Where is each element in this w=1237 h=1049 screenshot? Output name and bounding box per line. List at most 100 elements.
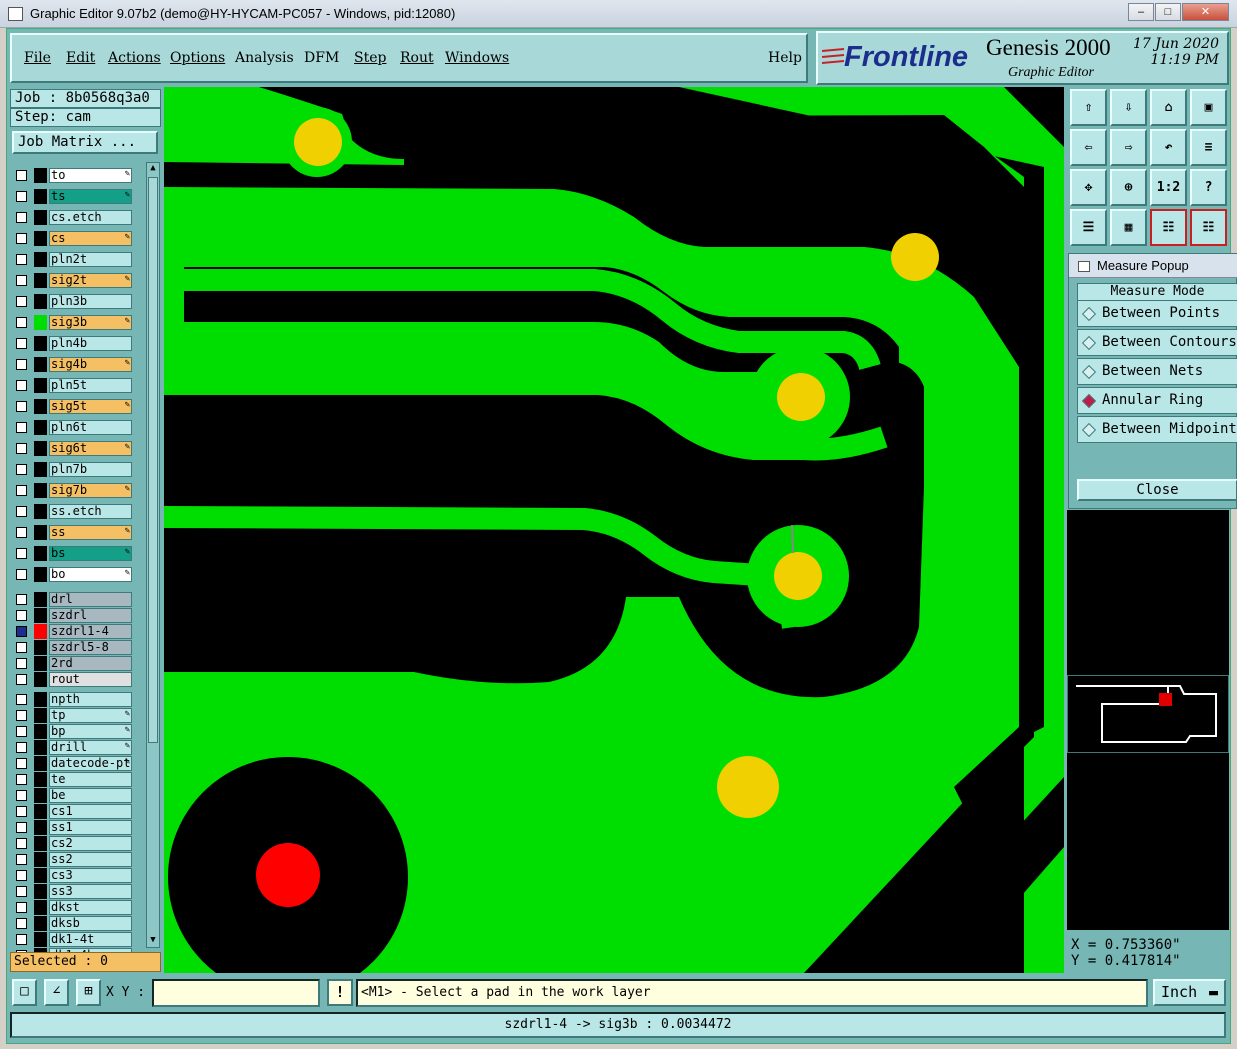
layer-row-2rd[interactable]: 2rd <box>14 656 134 671</box>
layer-name[interactable]: ss <box>49 525 132 540</box>
home-icon[interactable]: ⌂ <box>1150 89 1187 126</box>
layer-checkbox[interactable] <box>16 726 27 737</box>
layer-row-ss2[interactable]: ss2 <box>14 852 134 867</box>
layer-color-swatch[interactable] <box>34 624 47 639</box>
layer-name[interactable]: ss3 <box>49 884 132 899</box>
layer-name[interactable]: sig7b <box>49 483 132 498</box>
layer-checkbox[interactable] <box>16 359 27 370</box>
layer-color-swatch[interactable] <box>34 656 47 671</box>
layer-row-sig2t[interactable]: sig2t ✎ <box>14 273 134 288</box>
layer-name[interactable]: cs.etch <box>49 210 132 225</box>
mode-between-points[interactable]: Between Points <box>1077 300 1237 327</box>
mode-between-contours[interactable]: Between Contours <box>1077 329 1237 356</box>
layer-color-swatch[interactable] <box>34 168 47 183</box>
scroll-down-icon[interactable]: ▼ <box>147 935 159 947</box>
job-matrix-button[interactable]: Job Matrix ... <box>12 131 158 154</box>
layer-name[interactable]: te <box>49 772 132 787</box>
layer-color-swatch[interactable] <box>34 546 47 561</box>
layer-row-cs.etch[interactable]: cs.etch <box>14 210 134 225</box>
layer-checkbox[interactable] <box>16 642 27 653</box>
layer-name[interactable]: drl <box>49 592 132 607</box>
layer-checkbox[interactable] <box>16 758 27 769</box>
layer-checkbox[interactable] <box>16 485 27 496</box>
layer-name[interactable]: szdrl1-4 <box>49 624 132 639</box>
layer-row-sig4b[interactable]: sig4b ✎ <box>14 357 134 372</box>
layer-row-dkst[interactable]: dkst <box>14 900 134 915</box>
layer-name[interactable]: pln4b <box>49 336 132 351</box>
layer-name[interactable]: bp <box>49 724 132 739</box>
layer-row-pln5t[interactable]: pln5t <box>14 378 134 393</box>
layer-color-swatch[interactable] <box>34 804 47 819</box>
layer-row-drill[interactable]: drill ✎ <box>14 740 134 755</box>
layer-color-swatch[interactable] <box>34 210 47 225</box>
mode-between-nets[interactable]: Between Nets <box>1077 358 1237 385</box>
layer-name[interactable]: bs <box>49 546 132 561</box>
move-up-icon[interactable]: ⇧ <box>1070 89 1107 126</box>
layer-color-swatch[interactable] <box>34 399 47 414</box>
grid-view-icon[interactable]: ▦ <box>1110 209 1147 246</box>
layer-checkbox[interactable] <box>16 548 27 559</box>
layer-row-rout[interactable]: rout <box>14 672 134 687</box>
layer-checkbox[interactable] <box>16 338 27 349</box>
layer-name[interactable]: cs <box>49 231 132 246</box>
layer-name[interactable]: sig5t <box>49 399 132 414</box>
layer-row-cs1[interactable]: cs1 <box>14 804 134 819</box>
layer-color-swatch[interactable] <box>34 336 47 351</box>
layer-row-to[interactable]: to ✎ <box>14 168 134 183</box>
menu-options[interactable]: Options <box>170 50 225 66</box>
layer-checkbox[interactable] <box>16 594 27 605</box>
layer-row-be[interactable]: be <box>14 788 134 803</box>
menu-actions[interactable]: Actions <box>108 50 161 66</box>
layers-icon[interactable]: ≡ <box>1190 129 1227 166</box>
menu-rout[interactable]: Rout <box>400 50 434 66</box>
layer-row-pln6t[interactable]: pln6t <box>14 420 134 435</box>
xy-input[interactable] <box>152 979 320 1007</box>
layer-row-ss.etch[interactable]: ss.etch <box>14 504 134 519</box>
layer-checkbox[interactable] <box>16 317 27 328</box>
layer-name[interactable]: to <box>49 168 132 183</box>
zoom-ratio-icon[interactable]: 1:2 <box>1150 169 1187 206</box>
layer-row-ss3[interactable]: ss3 <box>14 884 134 899</box>
layer-name[interactable]: ts <box>49 189 132 204</box>
zoom-center-icon[interactable]: ⊕ <box>1110 169 1147 206</box>
layer-checkbox[interactable] <box>16 233 27 244</box>
layer-color-swatch[interactable] <box>34 932 47 947</box>
graphic-canvas[interactable] <box>164 87 1064 973</box>
layer-color-swatch[interactable] <box>34 836 47 851</box>
layer-checkbox[interactable] <box>16 610 27 621</box>
layer-color-swatch[interactable] <box>34 740 47 755</box>
layer-name[interactable]: pln7b <box>49 462 132 477</box>
layer-row-bs[interactable]: bs ✎ <box>14 546 134 561</box>
layer-color-swatch[interactable] <box>34 640 47 655</box>
pcb-view[interactable] <box>164 87 1064 973</box>
layer-color-swatch[interactable] <box>34 231 47 246</box>
layer-row-tp[interactable]: tp ✎ <box>14 708 134 723</box>
layer-name[interactable]: pln6t <box>49 420 132 435</box>
layer-name[interactable]: cs2 <box>49 836 132 851</box>
layer-row-datecode-pt[interactable]: datecode-pt ✎ <box>14 756 134 771</box>
layer-checkbox[interactable] <box>16 254 27 265</box>
maximize-button[interactable]: □ <box>1155 3 1181 21</box>
layer-row-pln3b[interactable]: pln3b <box>14 294 134 309</box>
layer-name[interactable]: 2rd <box>49 656 132 671</box>
help-icon[interactable]: ? <box>1190 169 1227 206</box>
layer-color-swatch[interactable] <box>34 672 47 687</box>
layer-name[interactable]: npth <box>49 692 132 707</box>
layer-checkbox[interactable] <box>16 296 27 307</box>
layer-row-dksb[interactable]: dksb <box>14 916 134 931</box>
layer-row-bo[interactable]: bo ✎ <box>14 567 134 582</box>
layer-checkbox[interactable] <box>16 934 27 945</box>
angle-icon[interactable]: ∠ <box>44 979 69 1006</box>
layer-checkbox[interactable] <box>16 694 27 705</box>
layer-color-swatch[interactable] <box>34 788 47 803</box>
layer-name[interactable]: szdrl5-8 <box>49 640 132 655</box>
layer-checkbox[interactable] <box>16 527 27 538</box>
layer-color-swatch[interactable] <box>34 708 47 723</box>
layer-name[interactable]: ss2 <box>49 852 132 867</box>
layer-row-sig5t[interactable]: sig5t ✎ <box>14 399 134 414</box>
layer-row-pln4b[interactable]: pln4b <box>14 336 134 351</box>
layer-color-swatch[interactable] <box>34 916 47 931</box>
minimize-button[interactable]: – <box>1128 3 1154 21</box>
layer-color-swatch[interactable] <box>34 772 47 787</box>
layer-name[interactable]: rout <box>49 672 132 687</box>
